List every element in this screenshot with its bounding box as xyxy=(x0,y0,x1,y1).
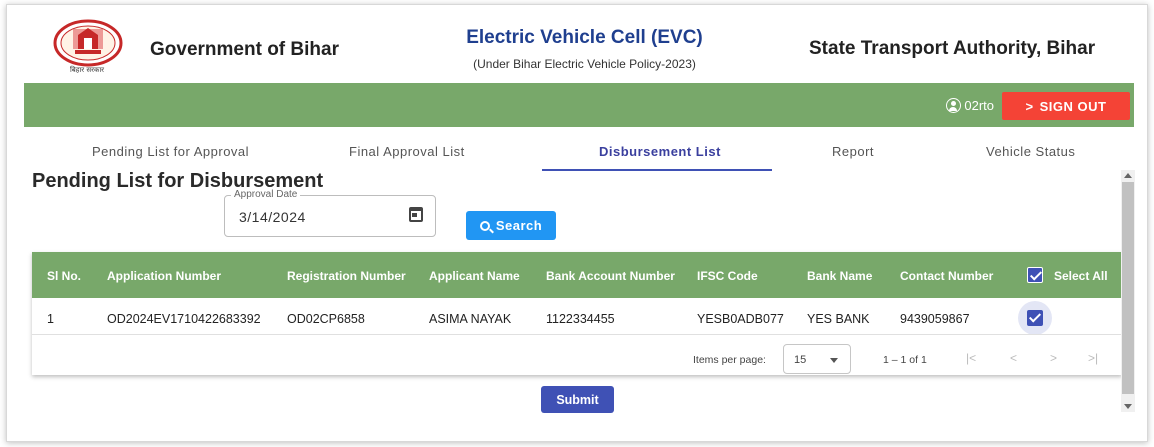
col-select-all: Select All xyxy=(1054,269,1108,283)
cell-contact-number: 9439059867 xyxy=(900,312,970,326)
tab-disbursement[interactable]: Disbursement List xyxy=(599,144,721,159)
col-applicant-name: Applicant Name xyxy=(429,269,520,283)
chevron-right-icon: > xyxy=(1025,98,1034,114)
paginator: Items per page: 15 1 – 1 of 1 |< < > >| xyxy=(32,343,1122,374)
sign-out-button[interactable]: > SIGN OUT xyxy=(1002,92,1130,120)
disbursement-table: Sl No. Application Number Registration N… xyxy=(32,252,1122,375)
table-header: Sl No. Application Number Registration N… xyxy=(32,252,1122,298)
items-per-page-select[interactable]: 15 xyxy=(783,344,851,374)
col-bank-name: Bank Name xyxy=(807,269,873,283)
emblem-caption: बिहार सरकार xyxy=(69,66,105,74)
previous-page-icon[interactable]: < xyxy=(1010,351,1017,365)
cell-sl-no: 1 xyxy=(47,312,54,326)
last-page-icon[interactable]: >| xyxy=(1088,351,1098,365)
evc-subtitle: (Under Bihar Electric Vehicle Policy-202… xyxy=(473,57,696,71)
active-tab-indicator xyxy=(542,169,772,171)
username: 02rto xyxy=(964,98,994,113)
authority-title: State Transport Authority, Bihar xyxy=(809,38,1096,59)
cell-bank-name: YES BANK xyxy=(807,312,870,326)
header: बिहार सरकार Government of Bihar Electric… xyxy=(7,5,1147,83)
search-icon xyxy=(479,220,490,231)
items-per-page-value: 15 xyxy=(794,354,807,366)
tab-vehicle-status[interactable]: Vehicle Status xyxy=(986,144,1075,159)
cell-ifsc-code: YESB0ADB077 xyxy=(697,312,784,326)
evc-title: Electric Vehicle Cell (EVC) xyxy=(466,27,703,48)
cell-application-number: OD2024EV1710422683392 xyxy=(107,312,261,326)
app-window: बिहार सरकार Government of Bihar Electric… xyxy=(6,4,1148,442)
select-all-checkbox[interactable] xyxy=(1027,267,1043,283)
approval-date-label: Approval Date xyxy=(231,189,301,200)
col-registration-number: Registration Number xyxy=(287,269,406,283)
tab-bar: Pending List for Approval Final Approval… xyxy=(24,129,1134,171)
col-sl-no: Sl No. xyxy=(47,269,82,283)
scroll-up-icon[interactable] xyxy=(1124,173,1132,178)
calendar-icon[interactable] xyxy=(409,207,423,222)
account-circle-icon xyxy=(946,98,962,113)
submit-button[interactable]: Submit xyxy=(541,386,614,413)
government-title: Government of Bihar xyxy=(150,39,339,60)
dropdown-arrow-icon xyxy=(830,358,838,363)
approval-date-field[interactable]: Approval Date 3/14/2024 xyxy=(224,189,436,237)
search-button[interactable]: Search xyxy=(466,211,556,240)
tab-final-approval[interactable]: Final Approval List xyxy=(349,144,465,159)
top-bar: 02rto > SIGN OUT xyxy=(24,83,1134,127)
first-page-icon[interactable]: |< xyxy=(966,351,976,365)
cell-bank-account-number: 1122334455 xyxy=(546,312,615,326)
col-contact-number: Contact Number xyxy=(900,269,994,283)
col-application-number: Application Number xyxy=(107,269,222,283)
tab-report[interactable]: Report xyxy=(832,144,874,159)
search-label: Search xyxy=(495,218,543,233)
row-select-checkbox[interactable] xyxy=(1027,310,1043,326)
scroll-down-icon[interactable] xyxy=(1124,404,1132,409)
col-ifsc-code: IFSC Code xyxy=(697,269,758,283)
cell-registration-number: OD02CP6858 xyxy=(287,312,365,326)
scrollbar-thumb[interactable] xyxy=(1122,182,1134,394)
cell-applicant-name: ASIMA NAYAK xyxy=(429,312,512,326)
next-page-icon[interactable]: > xyxy=(1050,351,1057,365)
sign-out-label: SIGN OUT xyxy=(1039,98,1107,114)
items-per-page-label: Items per page: xyxy=(693,354,766,366)
approval-date-value[interactable]: 3/14/2024 xyxy=(239,209,306,225)
col-bank-account-number: Bank Account Number xyxy=(546,269,675,283)
user-menu[interactable]: 02rto xyxy=(946,98,994,113)
page-range-label: 1 – 1 of 1 xyxy=(883,354,927,366)
vertical-scrollbar[interactable] xyxy=(1121,170,1135,412)
tab-pending-approval[interactable]: Pending List for Approval xyxy=(92,144,249,159)
row-divider xyxy=(32,334,1122,335)
